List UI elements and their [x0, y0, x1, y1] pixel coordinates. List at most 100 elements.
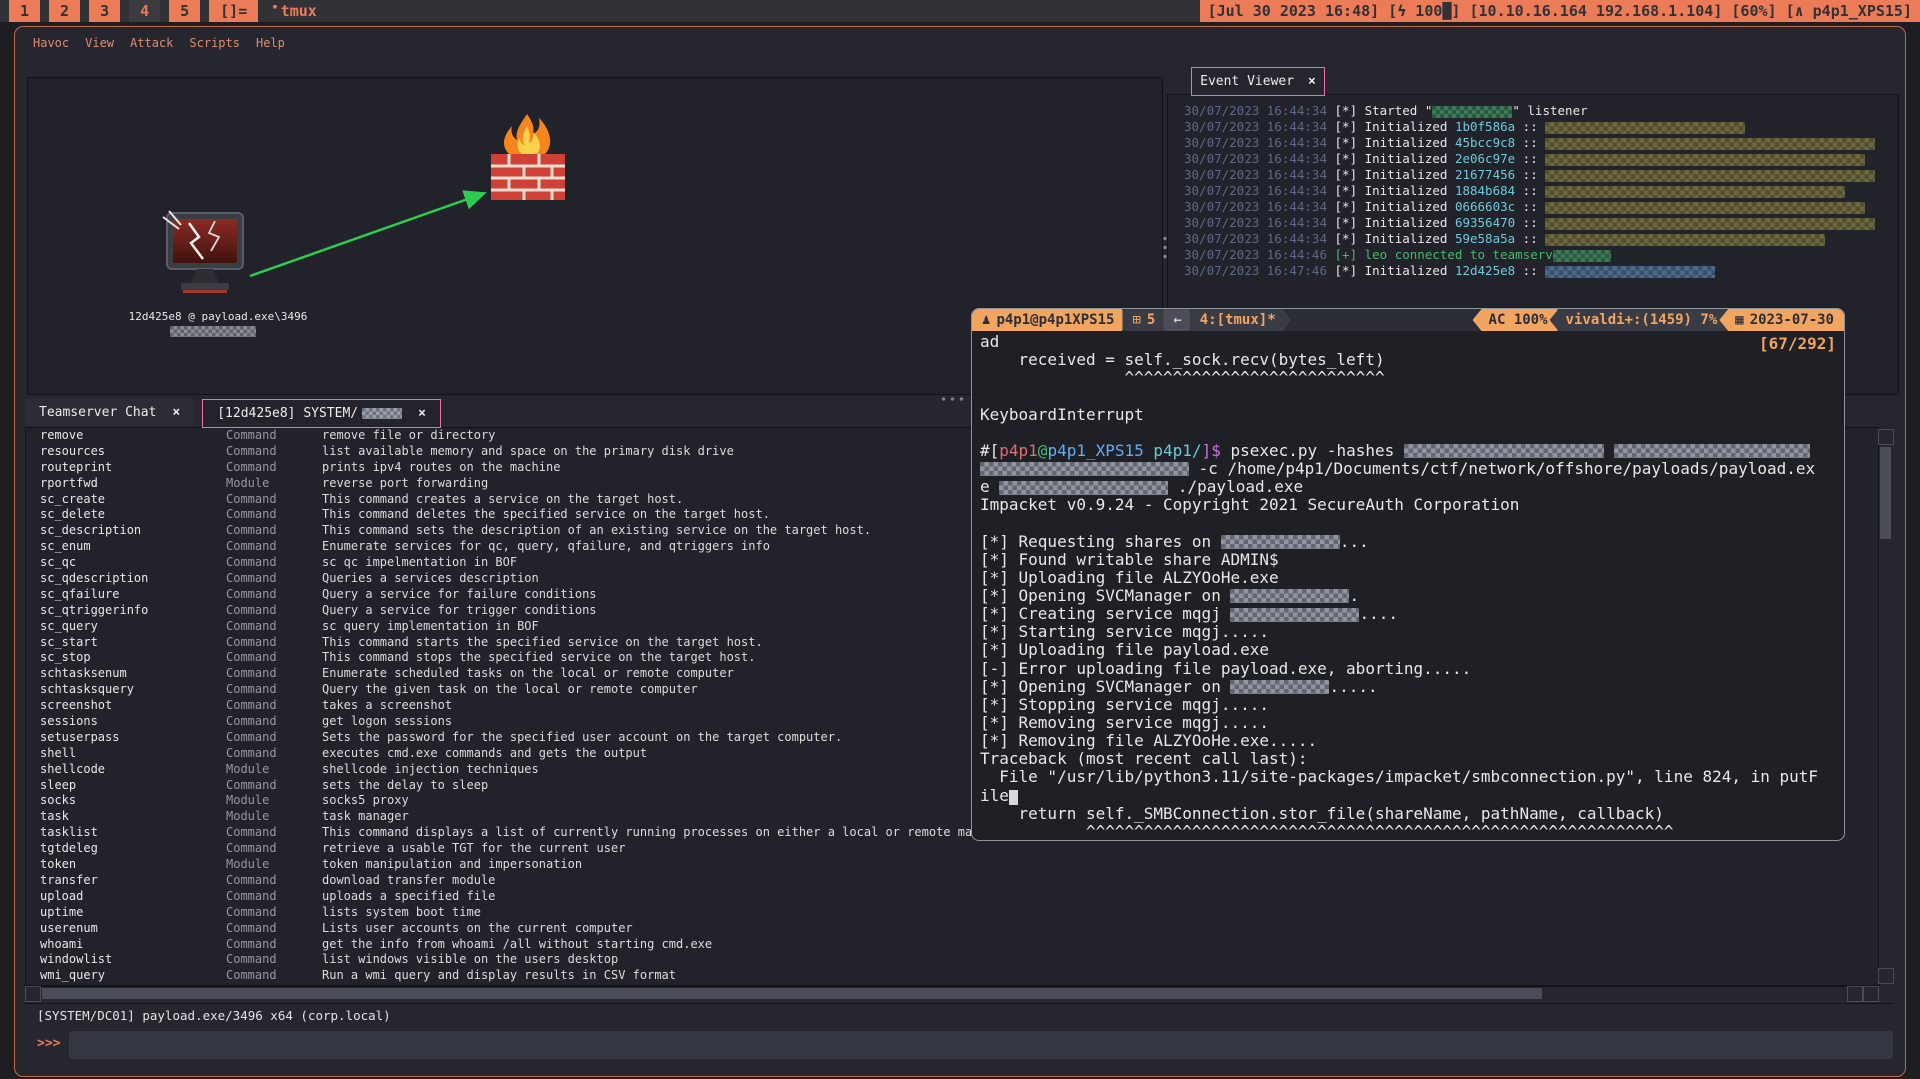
command-type: Command	[226, 666, 322, 682]
command-row[interactable]: wmi_queryCommandRun a wmi query and disp…	[26, 968, 1878, 984]
command-type: Command	[226, 460, 322, 476]
command-type: Command	[226, 587, 322, 603]
close-icon[interactable]: ×	[172, 405, 180, 420]
close-icon[interactable]: ×	[1308, 74, 1316, 89]
command-name: remove	[40, 428, 226, 444]
tab-teamserver-chat[interactable]: Teamserver Chat ×	[25, 399, 194, 426]
tmux-pane-title: tmux	[281, 2, 317, 20]
tmux-window-2[interactable]: 2	[49, 0, 80, 22]
terminal-line: [*] Removing service mqgj.....	[980, 714, 1844, 732]
redacted-text	[1614, 444, 1810, 458]
scroll-right-button[interactable]	[1847, 986, 1863, 1002]
command-description: Query a service for trigger conditions	[322, 603, 597, 617]
statusbar-segment: ▦2023-07-30	[1719, 309, 1844, 331]
command-description: sc qc impelmentation in BOF	[322, 555, 517, 569]
command-name: token	[40, 857, 226, 873]
agent-computer-icon[interactable]	[163, 211, 243, 293]
scroll-down-button[interactable]	[1878, 968, 1894, 984]
command-name: sc_qtriggerinfo	[40, 603, 226, 619]
command-type: Command	[226, 555, 322, 571]
redacted-text	[1545, 138, 1875, 150]
command-name: sc_stop	[40, 650, 226, 666]
event-log-line: 30/07/2023 16:44:34 [*] Initialized 0666…	[1184, 199, 1875, 215]
menu-bar: HavocViewAttackScriptsHelp	[25, 31, 293, 55]
tmux-window-3[interactable]: 3	[89, 0, 120, 22]
tab-label: Teamserver Chat	[39, 405, 156, 420]
menu-item-attack[interactable]: Attack	[122, 36, 181, 50]
terminal-line: ile	[980, 787, 1844, 805]
command-name: windowlist	[40, 952, 226, 968]
command-name: screenshot	[40, 698, 226, 714]
command-name: sc_query	[40, 619, 226, 635]
event-log-line: 30/07/2023 16:44:34 [*] Initialized 2167…	[1184, 167, 1875, 183]
command-row[interactable]: userenumCommandLists user accounts on th…	[26, 921, 1878, 937]
command-description: Lists user accounts on the current compu…	[322, 921, 633, 935]
command-row[interactable]: whoamiCommandget the info from whoami /a…	[26, 937, 1878, 953]
command-description: This command stops the specified service…	[322, 650, 755, 664]
redacted-text	[1230, 608, 1359, 622]
redacted-text	[1545, 266, 1715, 278]
command-name: rportfwd	[40, 476, 226, 492]
command-description: list available memory and space on the p…	[322, 444, 734, 458]
command-prompt-row: >>>	[25, 1030, 1893, 1060]
event-log-line: 30/07/2023 16:44:34 [*] Initialized 6935…	[1184, 215, 1875, 231]
command-name: task	[40, 809, 226, 825]
command-type: Command	[226, 746, 322, 762]
tmux-right-status: [Jul 30 2023 16:48] [ϟ 100█] [10.10.16.1…	[1200, 0, 1920, 22]
menu-item-havoc[interactable]: Havoc	[25, 36, 77, 50]
command-description: get the info from whoami /all without st…	[322, 937, 712, 951]
splitter-grip-horizontal[interactable]	[939, 395, 969, 403]
terminal-line: e ./payload.exe	[980, 478, 1844, 496]
tab-agent-session[interactable]: [12d425e8] SYSTEM/×	[202, 399, 441, 428]
tmux-window-list: 12345[]=	[0, 0, 258, 22]
vertical-scrollbar-thumb[interactable]	[1880, 447, 1891, 539]
command-description: Query a service for failure conditions	[322, 587, 597, 601]
splitter-grip-vertical[interactable]	[1161, 234, 1169, 262]
tab-event-viewer[interactable]: Event Viewer ×	[1191, 67, 1325, 96]
menu-item-view[interactable]: View	[77, 36, 122, 50]
redacted-text	[1404, 444, 1604, 458]
command-row[interactable]: tokenModuletoken manipulation and impers…	[26, 857, 1878, 873]
text-cursor	[1009, 790, 1018, 805]
redacted-text	[1221, 535, 1340, 549]
scroll-up-button[interactable]	[1878, 429, 1894, 445]
firewall-icon[interactable]	[491, 114, 565, 200]
close-icon[interactable]: ×	[418, 406, 426, 421]
command-row[interactable]: windowlistCommandlist windows visible on…	[26, 952, 1878, 968]
redacted-text	[1545, 202, 1865, 214]
command-name: transfer	[40, 873, 226, 889]
statusbar-segment: vivaldi+:(1459) 7%	[1550, 309, 1728, 331]
command-row[interactable]: transferCommanddownload transfer module	[26, 873, 1878, 889]
floating-terminal-window[interactable]: ♟p4p1@p4p1XPS15⊞5←4:[tmux]*AC 100%vivald…	[971, 308, 1845, 841]
command-description: Enumerate services for qc, query, qfailu…	[322, 539, 770, 553]
command-type: Command	[226, 778, 322, 794]
command-row[interactable]: uptimeCommandlists system boot time	[26, 905, 1878, 921]
tmux-status-bar: 12345[]= ▪ tmux [Jul 30 2023 16:48] [ϟ 1…	[0, 0, 1920, 22]
command-input[interactable]	[69, 1031, 1893, 1059]
command-type: Command	[226, 825, 322, 841]
tmux-window-4[interactable]: 4	[129, 0, 160, 22]
terminal-line: ^^^^^^^^^^^^^^^^^^^^^^^^^^^^^^^^^^^^^^^^…	[980, 823, 1844, 841]
horizontal-scrollbar-thumb[interactable]	[42, 988, 1542, 999]
terminal-line: ad	[980, 333, 1844, 351]
menu-item-help[interactable]: Help	[248, 36, 293, 50]
redacted-text	[1545, 234, 1825, 246]
command-row[interactable]: tgtdelegCommandretrieve a usable TGT for…	[26, 841, 1878, 857]
menu-item-scripts[interactable]: Scripts	[181, 36, 248, 50]
command-description: This command deletes the specified servi…	[322, 507, 770, 521]
event-log-line: 30/07/2023 16:44:34 [*] Started "" liste…	[1184, 103, 1875, 119]
tmux-window-5[interactable]: 5	[169, 0, 200, 22]
command-description: sets the delay to sleep	[322, 778, 488, 792]
command-description: Queries a services description	[322, 571, 539, 585]
command-row[interactable]: uploadCommanduploads a specified file	[26, 889, 1878, 905]
command-description: list windows visible on the users deskto…	[322, 952, 618, 966]
scroll-left-button[interactable]	[25, 986, 41, 1002]
tmux-window-1[interactable]: 1	[9, 0, 40, 22]
pane-marker-icon: ▪	[272, 2, 277, 12]
terminal-line: [*] Creating service mqgj ....	[980, 605, 1844, 623]
command-name: schtasksenum	[40, 666, 226, 682]
terminal-output[interactable]: ad received = self._sock.recv(bytes_left…	[972, 331, 1844, 841]
command-description: Run a wmi query and display results in C…	[322, 968, 676, 982]
terminal-line	[980, 387, 1844, 405]
command-description: download transfer module	[322, 873, 495, 887]
